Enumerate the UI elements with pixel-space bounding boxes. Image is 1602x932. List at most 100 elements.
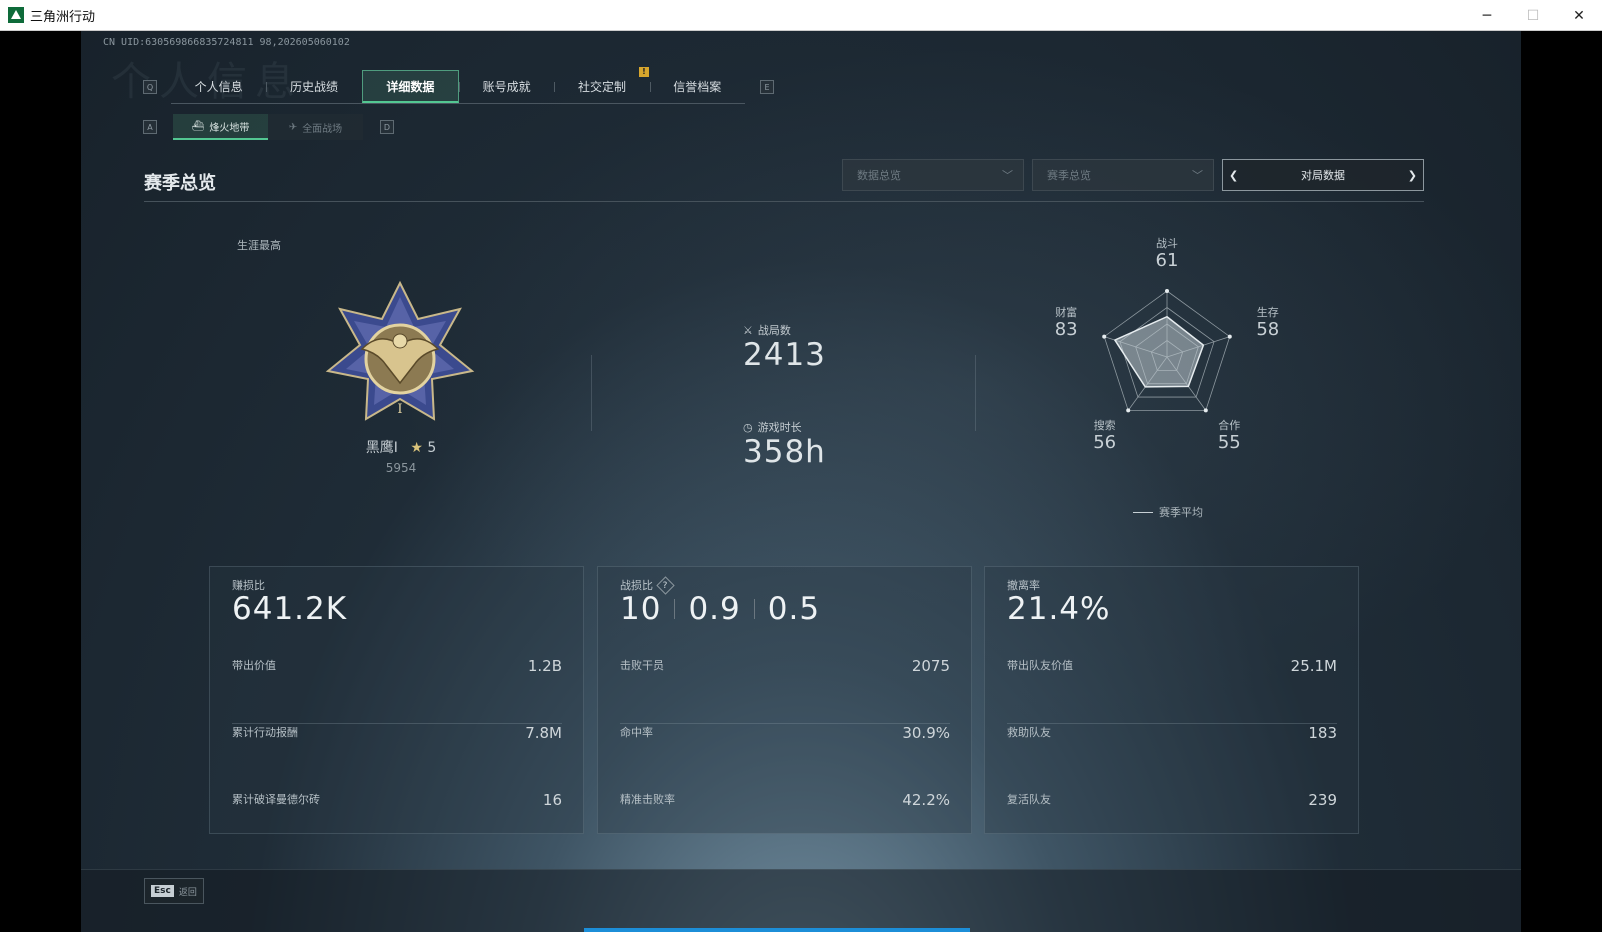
- radar-axis-dot: [1165, 289, 1169, 293]
- key-hint-a[interactable]: A: [143, 120, 157, 134]
- pager-label: 对局数据: [1301, 169, 1345, 182]
- back-label: 返回: [178, 887, 197, 898]
- row-label: 救助队友: [1007, 726, 1051, 739]
- row-label: 命中率: [620, 726, 653, 739]
- season-filter-value: 赛季总览: [1047, 169, 1091, 182]
- data-filter-dropdown[interactable]: 数据总览 ﹀: [842, 159, 1024, 191]
- back-button[interactable]: Esc 返回: [144, 878, 204, 904]
- rank-score: 5954: [385, 461, 417, 475]
- loading-progress-bar: [584, 928, 970, 932]
- radar-axis-dot: [1227, 334, 1232, 339]
- tab-extraction-zone[interactable]: ⛴ 烽火地带: [173, 114, 268, 140]
- card-row: 复活队友 239: [1007, 791, 1337, 858]
- row-label: 复活队友: [1007, 793, 1051, 806]
- match-data-pager: ❮ 对局数据 ❯: [1222, 159, 1424, 191]
- radar-axis-value: 55: [1217, 431, 1241, 453]
- card-row: 带出价值 1.2B: [232, 657, 562, 724]
- radar-axis-value: 58: [1256, 319, 1280, 341]
- radar-axis-dot: [1126, 408, 1131, 413]
- radar-axis-value: 83: [1054, 319, 1078, 341]
- row-value: 25.1M: [1290, 657, 1337, 675]
- value-separator: [753, 599, 755, 619]
- kd-value-3: 0.5: [767, 591, 821, 627]
- season-filter-dropdown[interactable]: 赛季总览 ﹀: [1032, 159, 1214, 191]
- star-icon: ★: [410, 440, 423, 456]
- tab-extraction-zone-label: 烽火地带: [209, 122, 250, 134]
- row-value: 1.2B: [527, 657, 562, 675]
- tab-detailed-data[interactable]: 详细数据: [361, 70, 459, 103]
- row-value: 16: [542, 791, 562, 809]
- tab-social[interactable]: 社交定制: [554, 70, 649, 103]
- card-row: 累计破译曼德尔砖 16: [232, 791, 562, 858]
- legend-label: 赛季平均: [1159, 506, 1203, 519]
- uid-label: CN UID:630569866835724811 98,20260506010…: [103, 37, 350, 48]
- card-row: 命中率 30.9%: [620, 724, 950, 791]
- row-value: 7.8M: [525, 724, 562, 742]
- legend-line-icon: [1133, 511, 1153, 513]
- stat-card-extraction: 撤离率 21.4% 带出队友价值 25.1M 救助队友 183 复活队友 239: [984, 566, 1359, 834]
- notification-badge: !: [639, 67, 649, 77]
- game-viewport: CN UID:630569866835724811 98,20260506010…: [81, 31, 1521, 932]
- row-label: 带出价值: [232, 659, 276, 672]
- card-main-value: 10 0.9 0.5: [620, 591, 820, 627]
- tab-warfare[interactable]: ✈ 全面战场: [268, 114, 363, 140]
- kd-value-1: 10: [620, 591, 662, 627]
- window-controls: ─ ☐ ✕: [1464, 0, 1602, 31]
- card-row: 带出队友价值 25.1M: [1007, 657, 1337, 724]
- close-button[interactable]: ✕: [1556, 0, 1602, 31]
- section-divider: [144, 201, 1424, 202]
- tab-credit[interactable]: 信誉档案: [649, 70, 745, 103]
- row-label: 带出队友价值: [1007, 659, 1073, 672]
- section-title: 赛季总览: [144, 173, 216, 194]
- mode-tabs: ⛴ 烽火地带 ✈ 全面战场: [173, 114, 363, 140]
- main-tabs: 个人信息 历史战绩 详细数据 账号成就 社交定制 信誉档案: [171, 70, 745, 104]
- key-hint-d[interactable]: D: [380, 120, 394, 134]
- key-hint-e[interactable]: E: [760, 80, 774, 94]
- radar-axis-label: 生存: [1256, 306, 1279, 320]
- row-label: 击败干员: [620, 659, 664, 672]
- card-main-value: 21.4%: [1007, 591, 1111, 627]
- radar-value-shape: [1113, 315, 1205, 388]
- radar-axis-dot: [1102, 334, 1107, 339]
- row-value: 30.9%: [902, 724, 950, 742]
- tab-warfare-label: 全面战场: [302, 123, 343, 135]
- row-label: 累计破译曼德尔砖: [232, 793, 320, 806]
- data-filter-value: 数据总览: [857, 169, 901, 182]
- chevron-down-icon: ﹀: [1002, 169, 1013, 182]
- minimize-button[interactable]: ─: [1464, 0, 1510, 31]
- esc-key-icon: Esc: [151, 885, 174, 897]
- chevron-left-icon[interactable]: ❮: [1229, 169, 1238, 182]
- row-label: 累计行动报酬: [232, 726, 298, 739]
- svg-text:I: I: [397, 402, 402, 417]
- radar-axis-value: 56: [1093, 431, 1117, 453]
- tab-achievements[interactable]: 账号成就: [458, 70, 554, 103]
- bottom-bar: [81, 869, 1521, 932]
- maximize-button[interactable]: ☐: [1510, 0, 1556, 31]
- tab-history[interactable]: 历史战绩: [266, 70, 361, 103]
- rank-stars: 5: [427, 440, 437, 456]
- stat-card-kd: 战损比 ? 10 0.9 0.5 击败干员 2075 命中率 30.9% 精准击…: [597, 566, 972, 834]
- vertical-divider: [591, 355, 592, 431]
- crossed-swords-icon: ⚔: [743, 323, 753, 337]
- radar-axis-value: 61: [1155, 250, 1179, 271]
- rank-name: 黑鹰I: [365, 440, 398, 456]
- chevron-right-icon[interactable]: ❯: [1408, 169, 1417, 182]
- card-main-value: 641.2K: [232, 591, 348, 627]
- radar-axis-label: 财富: [1055, 306, 1078, 320]
- clock-icon: ◷: [743, 420, 753, 434]
- key-hint-q[interactable]: Q: [143, 80, 157, 94]
- card-row: 击败干员 2075: [620, 657, 950, 724]
- tab-personal-info[interactable]: 个人信息: [171, 70, 266, 103]
- kd-value-2: 0.9: [688, 591, 741, 627]
- stat-card-profit: 赚损比 641.2K 带出价值 1.2B 累计行动报酬 7.8M 累计破译曼德尔…: [209, 566, 584, 834]
- plane-icon: ✈: [288, 121, 298, 133]
- playtime-value: 358h: [743, 434, 826, 470]
- boat-icon: ⛴: [191, 120, 205, 132]
- row-value: 2075: [911, 657, 950, 675]
- playtime-label-text: 游戏时长: [757, 421, 802, 434]
- row-value: 183: [1308, 724, 1337, 742]
- radar-axis-label: 合作: [1218, 418, 1241, 432]
- vertical-divider: [975, 355, 976, 431]
- row-value: 239: [1308, 791, 1337, 809]
- value-separator: [674, 599, 676, 619]
